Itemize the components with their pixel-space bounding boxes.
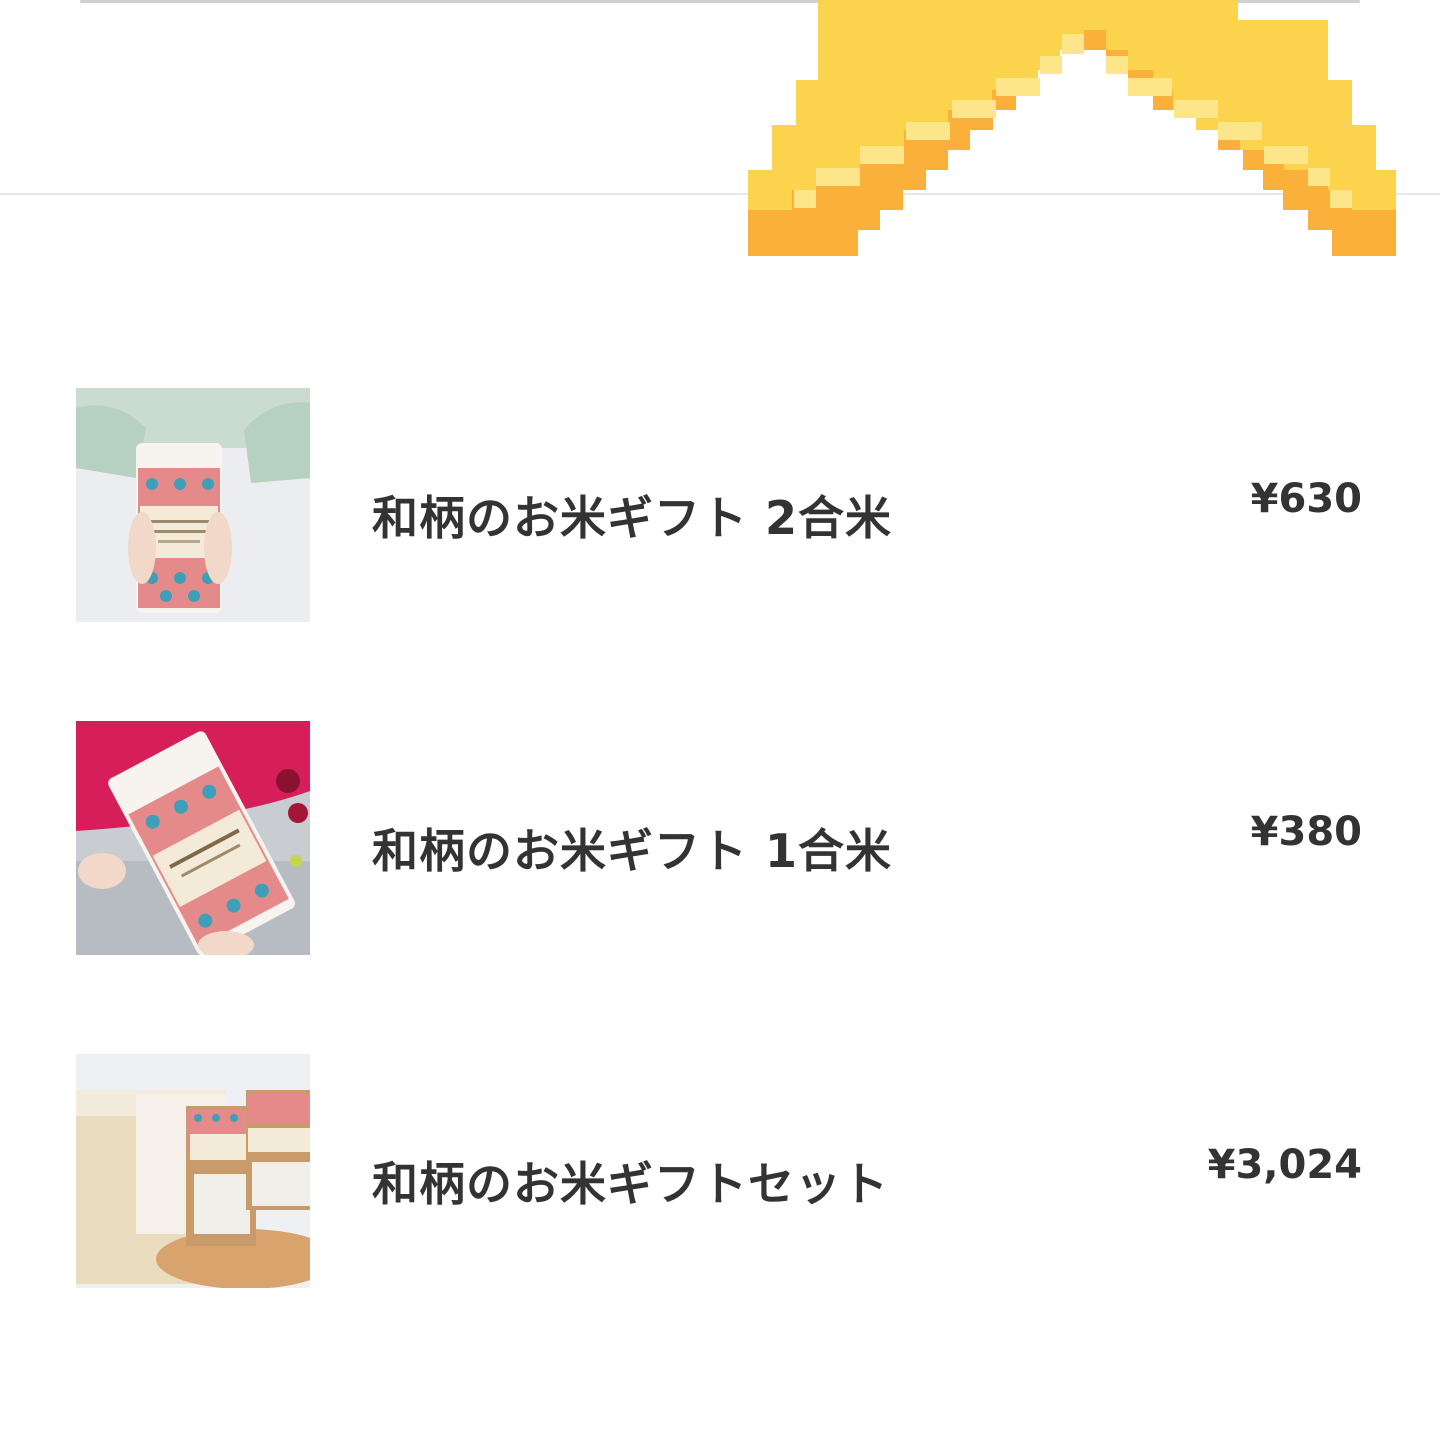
product-name[interactable]: 和柄のお米ギフト 1合米 [372, 815, 892, 881]
product-price: ¥3,024 [1207, 1142, 1362, 1188]
product-price: ¥630 [1250, 476, 1362, 522]
product-item[interactable]: 和柄のお米ギフトセット ¥3,024 [76, 1054, 1364, 1290]
product-thumbnail[interactable] [76, 388, 310, 622]
rice-bag-2go-photo [76, 388, 310, 622]
product-name[interactable]: 和柄のお米ギフト 2合米 [372, 482, 892, 548]
rice-bag-1go-photo [76, 721, 310, 955]
pixel-star-sticker [748, 0, 1396, 256]
rice-gift-set-box-photo [76, 1054, 310, 1288]
product-name[interactable]: 和柄のお米ギフトセット [372, 1148, 889, 1214]
product-thumbnail[interactable] [76, 1054, 310, 1288]
product-item[interactable]: 和柄のお米ギフト 2合米 ¥630 [76, 388, 1364, 624]
product-item[interactable]: 和柄のお米ギフト 1合米 ¥380 [76, 721, 1364, 957]
product-price: ¥380 [1250, 809, 1362, 855]
product-thumbnail[interactable] [76, 721, 310, 955]
